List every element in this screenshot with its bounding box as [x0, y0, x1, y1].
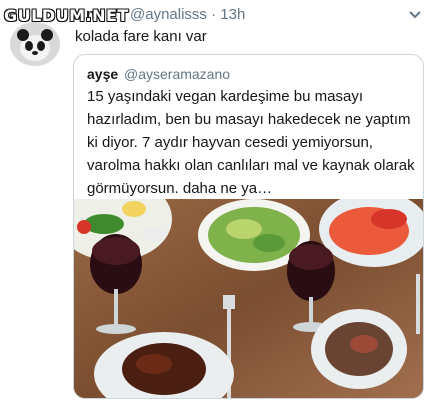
- panda-avatar-icon: [10, 22, 60, 66]
- tweet-time[interactable]: 13h: [220, 6, 245, 23]
- tweet-text: kolada fare kanı var: [75, 28, 207, 45]
- separator-dot: ·: [211, 6, 217, 23]
- food-table-photo[interactable]: [74, 199, 424, 399]
- tweet-handle[interactable]: @aynalisss: [130, 6, 207, 23]
- quoted-handle[interactable]: @ayseramazano: [124, 66, 230, 82]
- quoted-author-name[interactable]: ayşe: [87, 66, 118, 82]
- quoted-tweet[interactable]: ayşe @ayseramazano 15 yaşındaki vegan ka…: [73, 54, 424, 399]
- watermark: GULDUM.NET: [4, 6, 129, 25]
- chevron-down-icon[interactable]: [408, 10, 422, 20]
- avatar[interactable]: [10, 22, 60, 66]
- tweet-meta: @aynalisss · 13h: [130, 6, 245, 23]
- quoted-text: 15 yaşındaki vegan kardeşime bu masayı h…: [87, 88, 415, 197]
